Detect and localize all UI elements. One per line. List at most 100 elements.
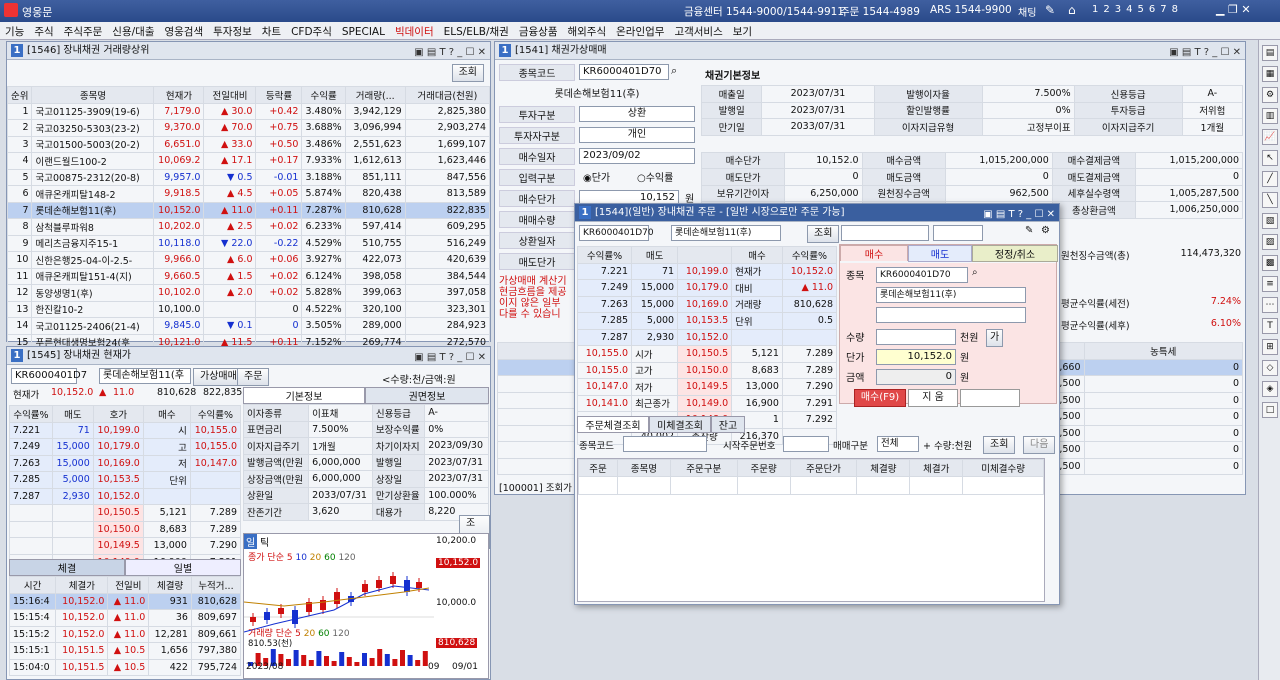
toolbar-icon[interactable]: ▧	[1262, 213, 1278, 229]
menu-item[interactable]: 기능	[0, 22, 29, 41]
table-row[interactable]: 4 이랜드월드100-2 10,069.2 ▲ 17.1 +0.17 7.933% 1,61…	[6, 152, 491, 170]
col-header[interactable]: 수익률	[301, 86, 346, 104]
buy-button[interactable]: 매수(F9)	[854, 389, 906, 407]
menu-item[interactable]: 온라인업무	[611, 22, 669, 41]
table-row[interactable]: 14 국고01125-2406(21-4) 9,845.0 ▼ 0.1 0 3.505% 2…	[6, 317, 491, 335]
col-header[interactable]: 주문량	[736, 459, 791, 477]
filter-next-button[interactable]: 다음	[1023, 436, 1056, 454]
account-select[interactable]	[841, 225, 929, 241]
ask-row[interactable]: 7.221 71 10,199.0 시 10,155.0	[9, 421, 242, 439]
toolbar-icon[interactable]: ≡	[1262, 276, 1278, 292]
price-input[interactable]: 10,152.0	[876, 349, 956, 365]
col-header[interactable]: 순위	[6, 86, 33, 104]
table-row[interactable]: 3 국고01500-5003(20-2) 6,651.0 ▲ 33.0 +0.50 3.4…	[6, 135, 491, 153]
toolbar-icon[interactable]: ⊞	[1262, 339, 1278, 355]
col-header[interactable]: 주문단가	[789, 459, 858, 477]
toolbar-icon[interactable]: □	[1262, 402, 1278, 418]
ask-row[interactable]: 7.221 71 10,199.0 현재가 10,152.0	[576, 262, 838, 280]
trade-row[interactable]: 15:15:2 10,152.0 ▲ 11.0 12,281 809,661	[8, 625, 242, 643]
tab-chart-tick[interactable]: 틱	[258, 534, 271, 549]
edit-icon[interactable]: ✎	[1025, 225, 1033, 236]
menu-item[interactable]: 보기	[728, 22, 757, 41]
toolbar-icon[interactable]: ⋯	[1262, 297, 1278, 313]
tab-unfilled[interactable]: 미체결조회	[649, 416, 711, 433]
table-row[interactable]: 5 국고00875-2312(20-8) 9,957.0 ▼ 0.5 -0.01 3.18…	[6, 168, 491, 186]
ask-row[interactable]: 7.287 2,930 10,152.0	[576, 328, 838, 346]
col-header[interactable]: 등락률	[255, 86, 303, 104]
menu-item[interactable]: ELS/ELB/채권	[439, 22, 514, 41]
table-row[interactable]: 1 국고01125-3909(19-6) 7,179.0 ▲ 30.0 +0.42 3.4…	[6, 102, 491, 120]
col-header[interactable]: 체결량	[856, 459, 911, 477]
line-icon[interactable]: ╱	[1262, 171, 1278, 187]
bid-row[interactable]: 10,147.0 저가 10,149.5 13,000 7.290	[576, 378, 838, 396]
table-row[interactable]: 13 한진칼10-2 10,100.0 0 4.522% 320,100 323,301	[6, 300, 491, 318]
table-row[interactable]: 7 롯데손해보험11(후) 10,152.0 ▲ 11.0 +0.11 7.287% 810…	[6, 201, 491, 219]
toolbar-icon[interactable]: ▤	[1262, 45, 1278, 61]
investor-type-select[interactable]: 개인	[579, 127, 695, 143]
toolbar-icon[interactable]: ◈	[1262, 381, 1278, 397]
window-buttons[interactable]: ▣ ▤ T ? _ ☐ ✕	[1169, 44, 1241, 62]
table-row[interactable]: 10 신한은행25-04-이-2.5- 9,966.0 ▲ 6.0 +0.06 3.927…	[6, 251, 491, 269]
code-input[interactable]: KR6000401D7	[11, 368, 87, 384]
toolbar-icon[interactable]: ▦	[1262, 66, 1278, 82]
col-header[interactable]: 거래대금(천원)	[404, 86, 491, 104]
menu-item[interactable]: 고객서비스	[669, 22, 727, 41]
qty-avail-button[interactable]: 가	[986, 329, 1004, 347]
table-row[interactable]: 2 국고03250-5303(23-2) 9,370.0 ▲ 70.0 +0.75 3.6…	[6, 119, 491, 137]
filter-type-select[interactable]: 전체	[877, 436, 919, 452]
tab-order-fills[interactable]: 주문체결조회	[577, 416, 649, 433]
col-header[interactable]: 종목명	[616, 459, 671, 477]
mini-chart[interactable]: 일 틱 종가 단순 5 10 20 60 120 10,200.0 10,152…	[243, 533, 489, 679]
cursor-icon[interactable]: ↖	[1262, 150, 1278, 166]
order-button[interactable]: 주문	[237, 368, 270, 386]
window-buttons[interactable]: ▣ ▤ T ? _ ☐ ✕	[414, 349, 486, 367]
text-icon[interactable]: T	[1262, 318, 1278, 334]
col-header[interactable]: 현재가	[153, 86, 205, 104]
menu-item[interactable]: 해외주식	[562, 22, 611, 41]
toolbar-icon[interactable]: ▥	[1262, 108, 1278, 124]
tab-face-info[interactable]: 권면정보	[365, 387, 489, 404]
table-row[interactable]: 8 삼척블루파워8 10,202.0 ▲ 2.5 +0.02 6.233% 597,414 6…	[6, 218, 491, 236]
chat-button[interactable]: 채팅	[1018, 4, 1036, 19]
menu-item[interactable]: 금융상품	[514, 22, 563, 41]
filter-lookup-button[interactable]: 조회	[983, 436, 1016, 454]
menu-item[interactable]: 영웅검색	[159, 22, 208, 41]
tab-balance[interactable]: 잔고	[711, 416, 745, 433]
gear-icon[interactable]: ⚙	[1262, 87, 1278, 103]
bid-row[interactable]: 10,150.5 5,121 7.289	[9, 504, 242, 522]
tab-sell[interactable]: 매도	[908, 245, 972, 262]
col-header[interactable]: 종목명	[31, 86, 155, 104]
table-row[interactable]: 12 동양생명1(후) 10,102.0 ▲ 2.0 +0.02 5.828% 399,06…	[6, 284, 491, 302]
trade-row[interactable]: 15:04:0 10,151.5 ▲ 10.5 422 795,724	[8, 658, 242, 676]
filter-code-input[interactable]	[623, 436, 707, 452]
menu-item[interactable]: 주식주문	[59, 22, 108, 41]
menu-item[interactable]: 주식	[29, 22, 58, 41]
form-code-input[interactable]: KR6000401D70	[876, 267, 968, 283]
line-icon[interactable]: ╲	[1262, 192, 1278, 208]
qty-input[interactable]	[876, 329, 956, 345]
code-input[interactable]: KR6000401D70	[579, 225, 654, 241]
buy-date-input[interactable]: 2023/09/02	[579, 148, 695, 164]
ask-row[interactable]: 7.287 2,930 10,152.0	[9, 487, 242, 505]
col-header[interactable]: 주문구분	[669, 459, 738, 477]
lookup-button[interactable]: 조회	[807, 225, 840, 243]
chart-icon[interactable]: 📈	[1262, 129, 1278, 145]
clear-button[interactable]: 지 움	[908, 389, 958, 407]
bid-row[interactable]: 10,141.0 최근종가 10,149.0 16,900 7.291	[576, 394, 838, 412]
invest-type-select[interactable]: 상환	[579, 106, 695, 122]
table-row[interactable]: 11 애큐온캐피탈151-4(지) 9,660.5 ▲ 1.5 +0.02 6.124% 3…	[6, 267, 491, 285]
gear-icon[interactable]: ⚙	[1041, 225, 1050, 236]
col-header[interactable]: 거래량(...	[344, 86, 406, 104]
menu-item[interactable]: 빅데이터	[390, 22, 439, 41]
lookup-button[interactable]: 조회	[451, 64, 484, 82]
bid-row[interactable]: 10,155.0 시가 10,150.5 5,121 7.289	[576, 345, 838, 363]
tab-daily[interactable]: 일별	[125, 559, 241, 576]
bid-row[interactable]: 10,149.5 13,000 7.290	[9, 537, 242, 555]
ask-row[interactable]: 7.249 15,000 10,179.0 대비 ▲ 11.0	[576, 279, 838, 297]
window-buttons[interactable]: ▣ ▤ T ? _ ☐ ✕	[983, 206, 1055, 224]
tab-chart-day[interactable]: 일	[244, 534, 258, 549]
ask-row[interactable]: 7.249 15,000 10,179.0 고 10,155.0	[9, 438, 242, 456]
trade-row[interactable]: 15:15:1 10,151.5 ▲ 10.5 1,656 797,380	[8, 642, 242, 660]
toolbar-icon[interactable]: ▨	[1262, 234, 1278, 250]
window-buttons[interactable]: ▣ ▤ T ? _ ☐ ✕	[414, 44, 486, 62]
